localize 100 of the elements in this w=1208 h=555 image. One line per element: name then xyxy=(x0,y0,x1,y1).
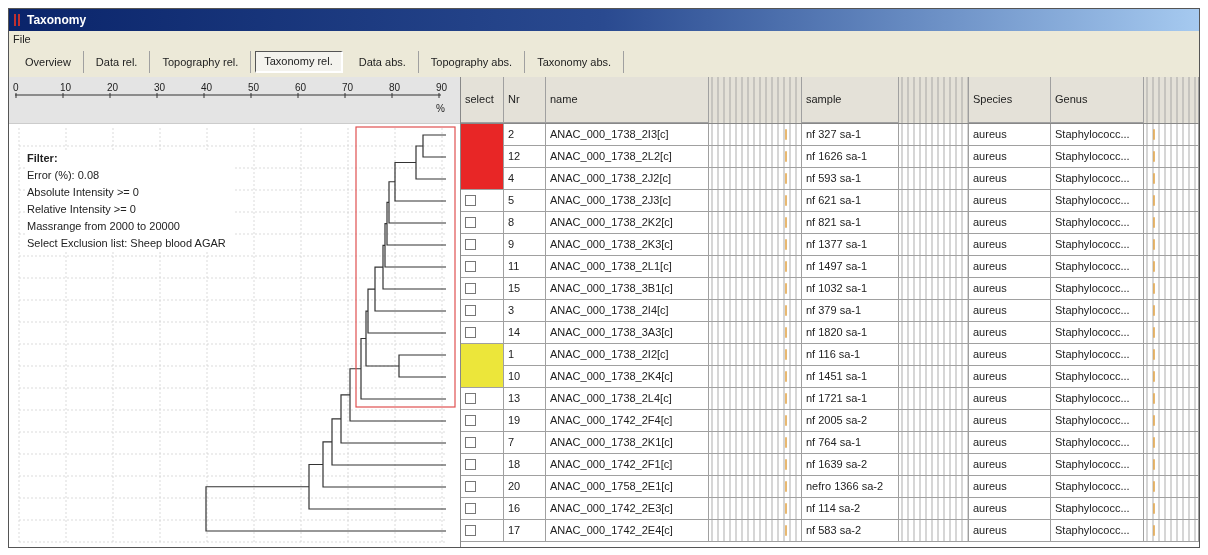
table-cell: aureus xyxy=(969,520,1051,542)
table-cell: nf 821 sa-1 xyxy=(802,212,899,234)
checkbox[interactable] xyxy=(465,481,476,492)
tab[interactable]: Taxonomy rel. xyxy=(255,51,343,73)
collapsed-cells xyxy=(899,234,969,255)
checkbox[interactable] xyxy=(465,525,476,536)
collapsed-cells xyxy=(899,190,969,211)
column-header[interactable]: name xyxy=(546,77,709,123)
checkbox[interactable] xyxy=(465,195,476,206)
collapsed-cells xyxy=(899,322,969,343)
scale-label: 50 xyxy=(248,81,261,95)
group-color-cell[interactable] xyxy=(461,344,504,366)
table-cell: Staphylococc... xyxy=(1051,278,1144,300)
table-cell: nf 1639 sa-2 xyxy=(802,454,899,476)
table-cell: nf 764 sa-1 xyxy=(802,432,899,454)
table-cell: 7 xyxy=(504,432,546,454)
group-color-cell[interactable] xyxy=(461,168,504,190)
table-cell: Staphylococc... xyxy=(1051,300,1144,322)
table-cell: 4 xyxy=(504,168,546,190)
table-cell: ANAC_000_1738_2I2[c] xyxy=(546,344,709,366)
table-cell: ANAC_000_1738_2K1[c] xyxy=(546,432,709,454)
group-color-cell[interactable] xyxy=(461,366,504,388)
table-cell: aureus xyxy=(969,168,1051,190)
collapsed-cells xyxy=(899,366,969,387)
table-cell: 16 xyxy=(504,498,546,520)
scale-label: 70 xyxy=(342,81,355,95)
filter-line: Error (%): 0.08 xyxy=(27,168,101,183)
table-cell: nf 1451 sa-1 xyxy=(802,366,899,388)
table-cell: Staphylococc... xyxy=(1051,410,1144,432)
table-cell: Staphylococc... xyxy=(1051,344,1144,366)
table-cell: Staphylococc... xyxy=(1051,234,1144,256)
collapsed-columns xyxy=(899,77,969,123)
table-cell: Staphylococc... xyxy=(1051,498,1144,520)
checkbox[interactable] xyxy=(465,327,476,338)
scale-label: 40 xyxy=(201,81,214,95)
checkbox[interactable] xyxy=(465,437,476,448)
checkbox[interactable] xyxy=(465,415,476,426)
table-cell: 11 xyxy=(504,256,546,278)
checkbox[interactable] xyxy=(465,503,476,514)
table-cell: 18 xyxy=(504,454,546,476)
table-cell: 13 xyxy=(504,388,546,410)
table-cell: Staphylococc... xyxy=(1051,256,1144,278)
table-cell: aureus xyxy=(969,476,1051,498)
table-cell: Staphylococc... xyxy=(1051,146,1144,168)
table-cell: ANAC_000_1738_2K4[c] xyxy=(546,366,709,388)
table-cell: aureus xyxy=(969,432,1051,454)
table-cell: aureus xyxy=(969,410,1051,432)
table-cell: ANAC_000_1738_3A3[c] xyxy=(546,322,709,344)
collapsed-cells xyxy=(899,454,969,475)
table-cell: aureus xyxy=(969,124,1051,146)
scale-label: 10 xyxy=(60,81,73,95)
table-cell: ANAC_000_1738_2L2[c] xyxy=(546,146,709,168)
column-header[interactable]: Species xyxy=(969,77,1051,123)
tab[interactable]: Data abs. xyxy=(346,51,419,73)
tab[interactable]: Topography rel. xyxy=(150,51,252,73)
tab[interactable]: Taxonomy abs. xyxy=(525,51,625,73)
column-header[interactable]: Genus xyxy=(1051,77,1144,123)
group-color-cell[interactable] xyxy=(461,124,504,146)
collapsed-cells xyxy=(899,344,969,365)
checkbox[interactable] xyxy=(465,261,476,272)
table-cell: 9 xyxy=(504,234,546,256)
table-cell: 19 xyxy=(504,410,546,432)
collapsed-cells xyxy=(899,146,969,167)
table-cell: 17 xyxy=(504,520,546,542)
checkbox[interactable] xyxy=(465,305,476,316)
table-cell: Staphylococc... xyxy=(1051,454,1144,476)
tab[interactable]: Data rel. xyxy=(83,51,151,73)
checkbox[interactable] xyxy=(465,459,476,470)
table-cell: aureus xyxy=(969,322,1051,344)
filter-line: Relative Intensity >= 0 xyxy=(27,202,137,217)
table-cell: ANAC_000_1742_2E4[c] xyxy=(546,520,709,542)
column-header[interactable]: sample xyxy=(802,77,899,123)
tab[interactable]: Topography abs. xyxy=(418,51,526,73)
tab[interactable]: Overview xyxy=(13,51,84,73)
checkbox[interactable] xyxy=(465,393,476,404)
table-cell: ANAC_000_1742_2F4[c] xyxy=(546,410,709,432)
column-header[interactable]: Nr xyxy=(504,77,546,123)
table-cell: nefro 1366 sa-2 xyxy=(802,476,899,498)
collapsed-cells xyxy=(899,300,969,321)
table-cell: 15 xyxy=(504,278,546,300)
table-cell: ANAC_000_1738_2J3[c] xyxy=(546,190,709,212)
collapsed-cells xyxy=(899,432,969,453)
menu-item[interactable]: File xyxy=(13,30,31,48)
filter-line: Select Exclusion list: Sheep blood AGAR xyxy=(27,236,226,251)
collapsed-cells xyxy=(899,388,969,409)
table-cell: nf 593 sa-1 xyxy=(802,168,899,190)
collapsed-cells xyxy=(899,212,969,233)
table-cell: nf 2005 sa-2 xyxy=(802,410,899,432)
scale-label: 30 xyxy=(154,81,167,95)
table-cell: nf 379 sa-1 xyxy=(802,300,899,322)
column-header[interactable]: select xyxy=(461,77,504,123)
checkbox[interactable] xyxy=(465,283,476,294)
table-cell: ANAC_000_1738_3B1[c] xyxy=(546,278,709,300)
checkbox[interactable] xyxy=(465,239,476,250)
table-cell: Staphylococc... xyxy=(1051,476,1144,498)
table-cell: aureus xyxy=(969,366,1051,388)
scale-label: 0 xyxy=(13,81,20,95)
checkbox[interactable] xyxy=(465,217,476,228)
table-cell: aureus xyxy=(969,212,1051,234)
table-cell: nf 114 sa-2 xyxy=(802,498,899,520)
